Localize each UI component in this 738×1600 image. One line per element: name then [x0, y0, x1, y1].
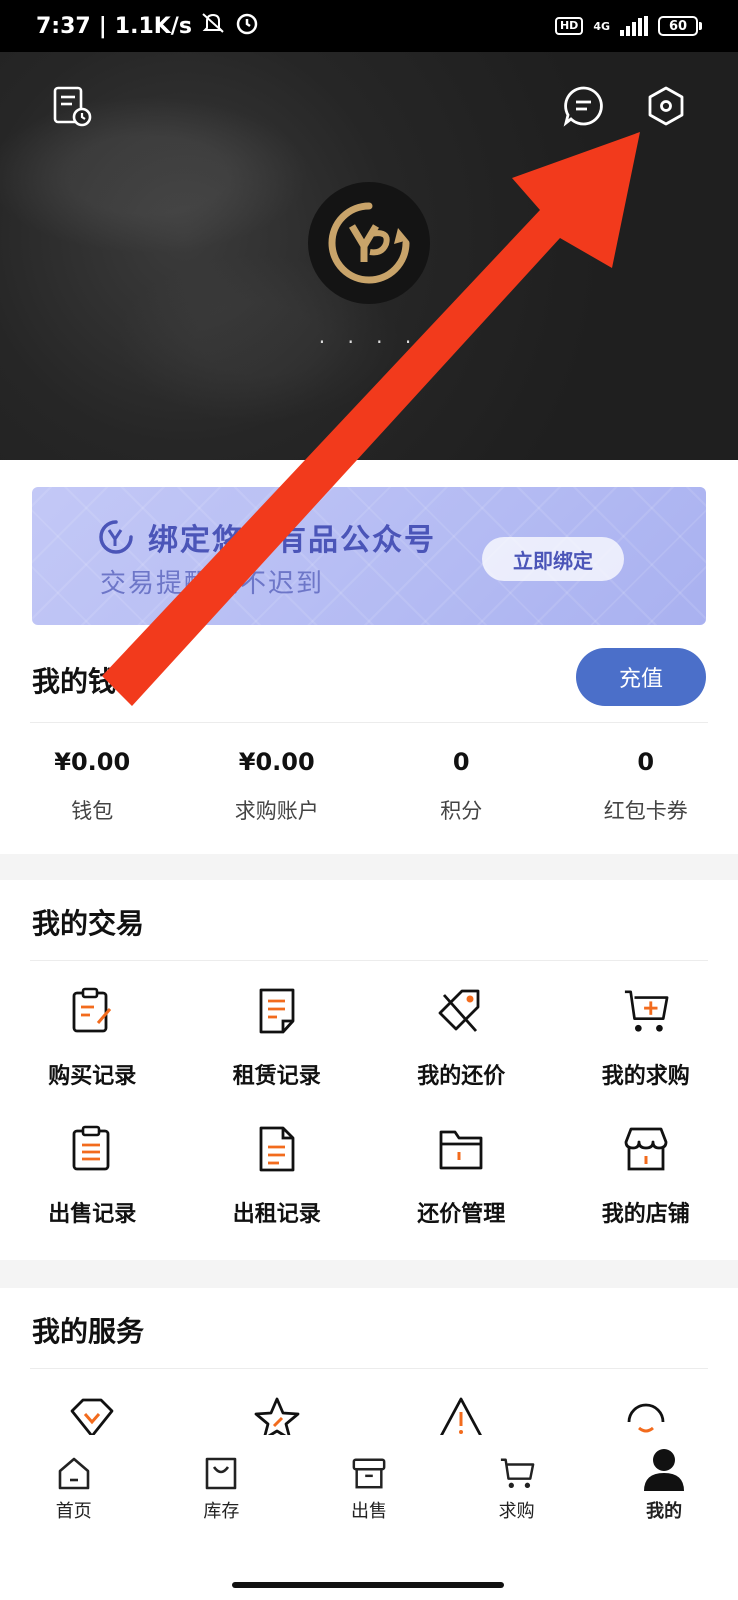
bottom-tab-bar: 首页 库存 出售 求购 我的 — [0, 1435, 738, 1600]
banner-title: 绑定悠悠有品公众号 — [148, 523, 436, 558]
tab-label: 我的 — [646, 1501, 683, 1522]
cart-icon — [499, 1455, 535, 1491]
status-speed: 1.1K/s — [114, 13, 192, 39]
stat-label: 钱包 — [71, 799, 114, 823]
stat-label: 红包卡券 — [603, 799, 688, 823]
order-history-icon[interactable] — [50, 84, 94, 128]
network-type: 4G — [593, 19, 610, 33]
sale-record-icon — [69, 1124, 115, 1174]
settings-icon[interactable] — [644, 84, 688, 128]
home-indicator — [232, 1582, 504, 1588]
box-icon — [351, 1455, 387, 1491]
tab-label: 首页 — [55, 1501, 92, 1522]
grid-label: 我的求购 — [601, 1064, 690, 1089]
wallet-stats: ¥0.00 钱包 ¥0.00 求购账户 0 积分 0 红包卡券 — [0, 745, 738, 825]
username: · · · · — [318, 330, 420, 354]
app-logo-icon — [328, 202, 410, 284]
lease-record-icon — [254, 986, 300, 1036]
grid-label: 购买记录 — [48, 1064, 137, 1089]
tab-mine[interactable]: 我的 — [590, 1435, 738, 1600]
bind-wechat-banner[interactable]: 绑定悠悠有品公众号 交易提醒从不迟到 立即绑定 — [32, 487, 706, 625]
folder-icon — [438, 1124, 484, 1174]
stat-value: 0 — [452, 748, 470, 776]
my-store-item[interactable]: 我的店铺 — [554, 1124, 738, 1262]
mute-icon — [200, 11, 226, 41]
trade-section: 我的交易 购买记录 租赁记录 我的还价 我的求购 出售记录 出租记录 还价管理 … — [0, 880, 738, 1260]
stat-label: 求购账户 — [234, 799, 319, 823]
grid-label: 出租记录 — [232, 1202, 321, 1227]
tab-purchase[interactable]: 求购 — [443, 1435, 591, 1600]
grid-label: 租赁记录 — [232, 1064, 321, 1089]
home-icon — [56, 1455, 92, 1491]
battery-icon: 60 — [658, 16, 702, 36]
tab-label: 出售 — [350, 1501, 387, 1522]
tab-sell[interactable]: 出售 — [295, 1435, 443, 1600]
tab-label: 库存 — [203, 1501, 240, 1522]
trade-title: 我的交易 — [32, 907, 145, 940]
store-icon — [623, 1124, 669, 1174]
status-time: 7:37 — [36, 13, 91, 39]
rental-record-icon — [254, 1124, 300, 1174]
stat-value: 0 — [637, 748, 655, 776]
brand-logo-icon — [99, 520, 133, 554]
banner-subtitle: 交易提醒从不迟到 — [100, 569, 325, 599]
trade-grid: 购买记录 租赁记录 我的还价 我的求购 出售记录 出租记录 还价管理 我的店铺 — [0, 986, 738, 1262]
profile-header: · · · · — [0, 52, 738, 462]
stat-value: ¥0.00 — [54, 748, 131, 776]
purchase-record-item[interactable]: 购买记录 — [0, 986, 185, 1124]
stat-purchase-account[interactable]: ¥0.00 求购账户 — [185, 745, 370, 825]
service-title: 我的服务 — [32, 1315, 145, 1348]
person-icon — [642, 1447, 686, 1491]
divider — [30, 960, 708, 961]
counteroffer-management-item[interactable]: 还价管理 — [369, 1124, 554, 1262]
divider — [30, 722, 708, 723]
sale-record-item[interactable]: 出售记录 — [0, 1124, 185, 1262]
stat-wallet[interactable]: ¥0.00 钱包 — [0, 745, 185, 825]
purchase-record-icon — [69, 986, 115, 1036]
stat-points[interactable]: 0 积分 — [369, 745, 554, 825]
divider — [30, 1368, 708, 1369]
my-purchase-request-item[interactable]: 我的求购 — [554, 986, 738, 1124]
tab-inventory[interactable]: 库存 — [148, 1435, 296, 1600]
stat-value: ¥0.00 — [238, 748, 315, 776]
bind-now-button[interactable]: 立即绑定 — [482, 537, 624, 581]
recharge-button[interactable]: 充值 — [576, 648, 706, 706]
cart-plus-icon — [623, 986, 669, 1036]
wallet-title: 我的钱包 — [32, 665, 145, 698]
tab-home[interactable]: 首页 — [0, 1435, 148, 1600]
alarm-icon — [234, 10, 260, 42]
grid-label: 还价管理 — [417, 1202, 506, 1227]
status-bar: 7:37 | 1.1K/s HD 4G 60 — [0, 0, 738, 52]
grid-label: 我的还价 — [417, 1064, 506, 1089]
avatar[interactable] — [308, 182, 430, 304]
bag-icon — [203, 1455, 239, 1491]
lease-record-item[interactable]: 租赁记录 — [185, 986, 370, 1124]
message-icon[interactable] — [562, 84, 606, 128]
tab-label: 求购 — [498, 1501, 535, 1522]
my-counteroffer-item[interactable]: 我的还价 — [369, 986, 554, 1124]
grid-label: 我的店铺 — [601, 1202, 690, 1227]
price-tag-icon — [438, 986, 484, 1036]
rental-record-item[interactable]: 出租记录 — [185, 1124, 370, 1262]
stat-coupons[interactable]: 0 红包卡券 — [554, 745, 738, 825]
hd-badge: HD — [554, 17, 584, 35]
grid-label: 出售记录 — [48, 1202, 137, 1227]
stat-label: 积分 — [440, 799, 483, 823]
signal-icon — [620, 16, 648, 36]
wallet-section: 绑定悠悠有品公众号 交易提醒从不迟到 立即绑定 我的钱包 充值 ¥0.00 钱包… — [0, 460, 738, 854]
